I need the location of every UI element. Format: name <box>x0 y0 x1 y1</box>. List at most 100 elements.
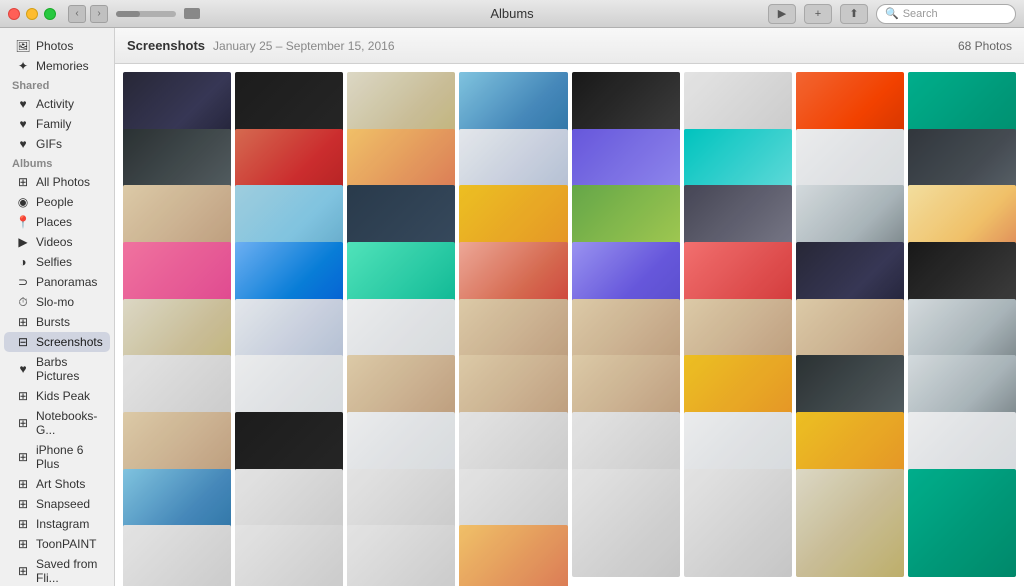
saved-from-fli-icon: ⊞ <box>16 564 30 578</box>
panoramas-icon: ⊃ <box>16 275 30 289</box>
sidebar-label-instagram: Instagram <box>36 517 89 531</box>
titlebar-controls: ▶ + ⬆ 🔍 Search <box>768 4 1016 24</box>
search-icon: 🔍 <box>885 7 899 20</box>
sidebar-item-screenshots[interactable]: ⊟ Screenshots <box>4 332 110 352</box>
sidebar-item-barbs-pictures[interactable]: ♥ Barbs Pictures <box>4 352 110 386</box>
sidebar-item-toonpaint[interactable]: ⊞ToonPAINT <box>4 534 110 554</box>
toonpaint-icon: ⊞ <box>16 537 30 551</box>
back-button[interactable]: ‹ <box>68 5 86 23</box>
photo-thumb[interactable] <box>796 469 904 577</box>
minimize-button[interactable] <box>26 8 38 20</box>
videos-icon: ▶ <box>16 235 30 249</box>
sidebar-label-slo-mo: Slo-mo <box>36 295 74 309</box>
sidebar-item-snapseed[interactable]: ⊞Snapseed <box>4 494 110 514</box>
share-button[interactable]: ⬆ <box>840 4 868 24</box>
slo-mo-icon: ⏱ <box>16 295 30 309</box>
window-icon <box>184 8 200 19</box>
sidebar-item-people[interactable]: ◉ People <box>4 192 110 212</box>
photo-thumb[interactable] <box>459 525 567 586</box>
photo-thumb[interactable] <box>572 469 680 577</box>
people-icon: ◉ <box>16 195 30 209</box>
sidebar-label-iphone-6-plus: iPhone 6 Plus <box>36 443 98 471</box>
activity-icon: ♥ <box>16 97 30 111</box>
places-icon: 📍 <box>16 215 30 229</box>
loading-progress <box>116 8 200 19</box>
sidebar-item-iphone-6-plus[interactable]: ⊞ iPhone 6 Plus <box>4 440 110 474</box>
shared-header: Shared <box>0 76 114 94</box>
photo-thumb[interactable] <box>908 469 1016 577</box>
photo-thumb[interactable] <box>684 469 792 577</box>
sidebar-label-barbs-pictures: Barbs Pictures <box>36 355 98 383</box>
sidebar-label-kids-peak: Kids Peak <box>36 389 90 403</box>
sidebar-item-all-photos[interactable]: ⊞ All Photos <box>4 172 110 192</box>
barbs-pictures-icon: ♥ <box>16 362 30 376</box>
album-title: Screenshots <box>127 38 205 53</box>
photos-icon: 🖼 <box>16 39 30 53</box>
sidebar-item-bursts[interactable]: ⊞ Bursts <box>4 312 110 332</box>
window-title: Albums <box>490 6 533 21</box>
memories-icon: ✦ <box>16 59 30 73</box>
sidebar-item-notebooks-g[interactable]: ⊞ Notebooks-G... <box>4 406 110 440</box>
sidebar-item-videos[interactable]: ▶ Videos <box>4 232 110 252</box>
iphone-6-plus-icon: ⊞ <box>16 450 30 464</box>
sidebar-label-places: Places <box>36 215 72 229</box>
sidebar-label-memories: Memories <box>36 59 89 73</box>
sidebar-item-activity[interactable]: ♥ Activity <box>4 94 110 114</box>
sidebar-item-family[interactable]: ♥ Family <box>4 114 110 134</box>
sidebar-item-memories[interactable]: ✦ Memories <box>4 56 110 76</box>
sidebar-item-slo-mo[interactable]: ⏱ Slo-mo <box>4 292 110 312</box>
photo-count: 68 Photos <box>958 39 1012 53</box>
family-icon: ♥ <box>16 117 30 131</box>
sidebar-item-art-shots[interactable]: ⊞ Art Shots <box>4 474 110 494</box>
albums-header: Albums <box>0 154 114 172</box>
sidebar-item-selfies[interactable]: ◑Selfies <box>4 252 110 272</box>
forward-button[interactable]: › <box>90 5 108 23</box>
traffic-lights <box>8 8 56 20</box>
album-date: January 25 – September 15, 2016 <box>213 39 394 53</box>
sidebar-label-family: Family <box>36 117 71 131</box>
sidebar-label-bursts: Bursts <box>36 315 70 329</box>
sidebar-label-selfies: Selfies <box>36 255 72 269</box>
sidebar-item-instagram[interactable]: ⊞ Instagram <box>4 514 110 534</box>
kids-peak-icon: ⊞ <box>16 389 30 403</box>
all-photos-icon: ⊞ <box>16 175 30 189</box>
sidebar-label-notebooks-g: Notebooks-G... <box>36 409 98 437</box>
screenshots-icon: ⊟ <box>16 335 30 349</box>
gifs-icon: ♥ <box>16 137 30 151</box>
sidebar-item-gifs[interactable]: ♥ GIFs <box>4 134 110 154</box>
art-shots-icon: ⊞ <box>16 477 30 491</box>
close-button[interactable] <box>8 8 20 20</box>
sidebar-label-videos: Videos <box>36 235 72 249</box>
search-box[interactable]: 🔍 Search <box>876 4 1016 24</box>
sidebar-label-activity: Activity <box>36 97 74 111</box>
sidebar-label-people: People <box>36 195 73 209</box>
sidebar-label-art-shots: Art Shots <box>36 477 85 491</box>
photo-grid <box>115 64 1024 586</box>
sidebar-label-saved-from-fli: Saved from Fli... <box>36 557 98 585</box>
search-placeholder: Search <box>903 8 938 20</box>
sidebar-label-all-photos: All Photos <box>36 175 90 189</box>
add-button[interactable]: + <box>804 4 832 24</box>
play-button[interactable]: ▶ <box>768 4 796 24</box>
albums-list: ⊞ All Photos ◉ People 📍 Places ▶ Videos ◑Selfies… <box>0 172 114 586</box>
sidebar: 🖼 Photos ✦ Memories Shared ♥ Activity ♥ … <box>0 28 115 586</box>
instagram-icon: ⊞ <box>16 517 30 531</box>
photo-thumb[interactable] <box>235 525 343 586</box>
titlebar: ‹ › Albums ▶ + ⬆ 🔍 Search <box>0 0 1024 28</box>
notebooks-g-icon: ⊞ <box>16 416 30 430</box>
sidebar-label-snapseed: Snapseed <box>36 497 90 511</box>
bursts-icon: ⊞ <box>16 315 30 329</box>
sidebar-label-panoramas: Panoramas <box>36 275 97 289</box>
photo-thumb[interactable] <box>123 525 231 586</box>
album-toolbar: Screenshots January 25 – September 15, 2… <box>115 28 1024 64</box>
sidebar-item-panoramas[interactable]: ⊃ Panoramas <box>4 272 110 292</box>
app-content: 🖼 Photos ✦ Memories Shared ♥ Activity ♥ … <box>0 28 1024 586</box>
maximize-button[interactable] <box>44 8 56 20</box>
sidebar-item-photos[interactable]: 🖼 Photos <box>4 36 110 56</box>
sidebar-item-places[interactable]: 📍 Places <box>4 212 110 232</box>
sidebar-label-screenshots: Screenshots <box>36 335 103 349</box>
photo-thumb[interactable] <box>347 525 455 586</box>
main-area: Screenshots January 25 – September 15, 2… <box>115 28 1024 586</box>
sidebar-item-kids-peak[interactable]: ⊞ Kids Peak <box>4 386 110 406</box>
sidebar-item-saved-from-fli[interactable]: ⊞ Saved from Fli... <box>4 554 110 586</box>
